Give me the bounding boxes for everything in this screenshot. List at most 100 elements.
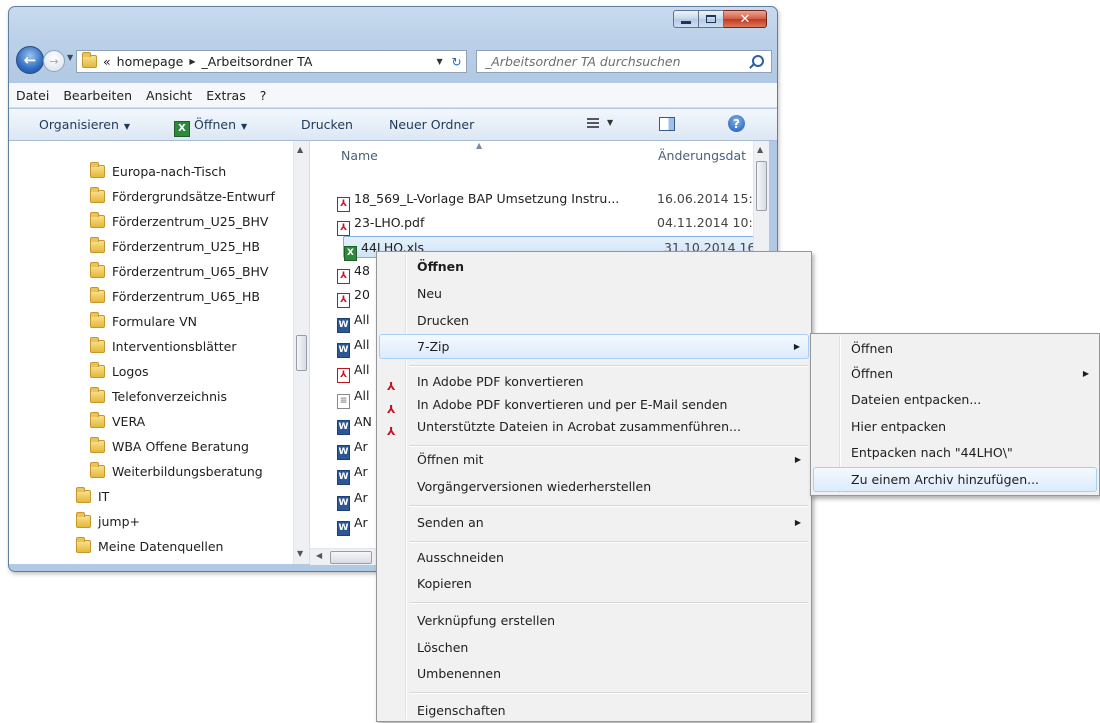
tree-item[interactable]: WBA Offene Beratung (90, 436, 249, 458)
scroll-up-icon[interactable]: ▲ (297, 145, 303, 154)
search-placeholder: _Arbeitsordner TA durchsuchen (485, 54, 681, 69)
menu-datei[interactable]: Datei (16, 88, 49, 103)
scroll-left-icon[interactable]: ◀ (316, 551, 322, 560)
menu-item-acrobat-merge[interactable]: ⅄ Unterstützte Dateien in Acrobat zusamme… (379, 414, 809, 439)
print-button[interactable]: Drucken (301, 117, 353, 132)
tree-item[interactable]: VERA (90, 411, 145, 433)
word-file-icon: W (337, 318, 350, 333)
tree-scrollbar[interactable]: ▲ ▼ (293, 141, 309, 564)
tree-item[interactable]: Weiterbildungsberatung (90, 461, 263, 483)
close-button[interactable]: ✕ (724, 10, 767, 28)
organize-button[interactable]: Organisieren ▼ (39, 117, 130, 132)
refresh-icon[interactable]: ↻ (451, 55, 461, 69)
menu-item-label: Öffnen mit (417, 452, 484, 467)
breadcrumb-homepage[interactable]: homepage (117, 54, 184, 69)
menu-item-send-to[interactable]: Senden an ▶ (379, 510, 809, 535)
breadcrumb-overflow[interactable]: « (103, 54, 111, 69)
hscroll-thumb[interactable] (330, 551, 372, 564)
tree-item[interactable]: Förderzentrum_U25_HB (90, 236, 260, 258)
menu-item-create-shortcut[interactable]: Verknüpfung erstellen (379, 608, 809, 633)
scroll-up-icon[interactable]: ▲ (757, 145, 763, 154)
column-header-date[interactable]: Änderungsdat (658, 141, 746, 169)
tree-item[interactable]: Formulare VN (90, 311, 197, 333)
tree-item[interactable]: jump+ (76, 511, 140, 533)
search-icon[interactable] (752, 55, 764, 67)
tree-item-label: Logos (112, 364, 149, 379)
new-folder-button[interactable]: Neuer Ordner (389, 117, 474, 132)
zip-item-extract-to[interactable]: Entpacken nach "44LHO\" (813, 440, 1097, 465)
breadcrumb-current[interactable]: _Arbeitsordner TA (201, 54, 312, 69)
menu-item-delete[interactable]: Löschen (379, 635, 809, 660)
recent-pages-dropdown[interactable]: ▼ (67, 53, 73, 62)
menu-item-open-with[interactable]: Öffnen mit ▶ (379, 447, 809, 472)
view-options-icon[interactable] (587, 118, 599, 128)
menu-ansicht[interactable]: Ansicht (146, 88, 192, 103)
menu-item-cut[interactable]: Ausschneiden (379, 545, 809, 570)
open-button[interactable]: X Öffnen ▼ (174, 117, 247, 137)
tree-item[interactable]: Europa-nach-Tisch (90, 161, 226, 183)
new-folder-label: Neuer Ordner (389, 117, 475, 132)
menu-item-rename[interactable]: Umbenennen (379, 661, 809, 686)
menu-item-open[interactable]: Öffnen (379, 254, 809, 279)
menu-item-previous-versions[interactable]: Vorgängerversionen wiederherstellen (379, 474, 809, 499)
minimize-button[interactable] (673, 10, 699, 28)
menu-separator (409, 365, 808, 367)
tree-item[interactable]: Interventionsblätter (90, 336, 237, 358)
search-input[interactable]: _Arbeitsordner TA durchsuchen (476, 50, 772, 73)
file-date: 04.11.2014 10:4 (657, 215, 761, 230)
submenu-arrow-icon: ▶ (1082, 369, 1089, 378)
chevron-right-icon[interactable]: ▶ (189, 57, 195, 66)
address-bar[interactable]: « homepage ▶ _Arbeitsordner TA ▼ ↻ (76, 50, 467, 73)
scroll-down-icon[interactable]: ▼ (297, 549, 303, 558)
zip-item-open[interactable]: Öffnen (813, 336, 1097, 361)
folder-icon (90, 287, 105, 303)
file-name: 20 (354, 287, 370, 302)
file-name: Ar (354, 464, 368, 479)
menu-item-new[interactable]: Neu (379, 281, 809, 306)
zip-item-open-sub[interactable]: Öffnen ▶ (813, 361, 1097, 386)
file-name: All (354, 388, 370, 403)
file-row[interactable]: ⅄ 18_569_L-Vorlage BAP Umsetzung Instru..… (337, 188, 761, 212)
context-menu: Öffnen Neu Drucken 7-Zip ▶ ⅄ In Adobe PDF … (376, 251, 812, 722)
back-button[interactable]: ← (16, 46, 44, 74)
tree-item[interactable]: Förderzentrum_U65_BHV (90, 261, 268, 283)
word-file-icon: W (337, 470, 350, 485)
menu-help[interactable]: ? (260, 88, 267, 103)
address-dropdown-icon[interactable]: ▼ (436, 57, 442, 66)
menu-item-7zip[interactable]: 7-Zip ▶ (379, 334, 809, 359)
help-icon[interactable]: ? (728, 115, 745, 132)
tree-item[interactable]: Meine Datenquellen (76, 536, 223, 558)
preview-pane-icon[interactable] (659, 117, 675, 131)
zip-item-extract-files[interactable]: Dateien entpacken... (813, 387, 1097, 412)
tree-item-label: Meine Datenquellen (98, 539, 224, 554)
navigation-bar: ← → ▼ « homepage ▶ _Arbeitsordner TA ▼ ↻… (9, 43, 777, 77)
view-dropdown-icon[interactable]: ▼ (607, 118, 613, 127)
zip-item-add-to-archive[interactable]: Zu einem Archiv hinzufügen... (813, 467, 1097, 492)
menu-bearbeiten[interactable]: Bearbeiten (63, 88, 132, 103)
forward-button[interactable]: → (43, 50, 65, 72)
navigation-pane: Europa-nach-Tisch Fördergrundsätze-Entwu… (9, 141, 310, 564)
scrollbar-thumb[interactable] (296, 335, 307, 371)
zip-item-extract-here[interactable]: Hier entpacken (813, 414, 1097, 439)
maximize-icon (706, 15, 716, 23)
tree-item[interactable]: Telefonverzeichnis (90, 386, 227, 408)
file-row[interactable]: ⅄ 23-LHO.pdf 04.11.2014 10:4 (337, 212, 761, 236)
column-header-name[interactable]: Name (341, 141, 378, 169)
tree-item[interactable]: Förderzentrum_U65_HB (90, 286, 260, 308)
scrollbar-thumb[interactable] (756, 161, 767, 211)
tree-item-label: WBA Offene Beratung (112, 439, 249, 454)
menu-item-copy[interactable]: Kopieren (379, 571, 809, 596)
file-name: 18_569_L-Vorlage BAP Umsetzung Instru... (354, 191, 620, 206)
tree-item[interactable]: Logos (90, 361, 149, 383)
pdf-file-icon: ⅄ (337, 269, 350, 284)
tree-item[interactable]: Fördergrundsätze-Entwurf (90, 186, 275, 208)
menu-item-label: 7-Zip (417, 339, 450, 354)
menu-item-print[interactable]: Drucken (379, 308, 809, 333)
maximize-button[interactable] (699, 10, 724, 28)
menu-extras[interactable]: Extras (206, 88, 246, 103)
folder-icon (90, 262, 105, 278)
tree-item[interactable]: Förderzentrum_U25_BHV (90, 211, 268, 233)
menu-item-pdf-convert[interactable]: ⅄ In Adobe PDF konvertieren (379, 369, 809, 394)
menu-item-properties[interactable]: Eigenschaften (379, 698, 809, 723)
tree-item[interactable]: IT (76, 486, 109, 508)
